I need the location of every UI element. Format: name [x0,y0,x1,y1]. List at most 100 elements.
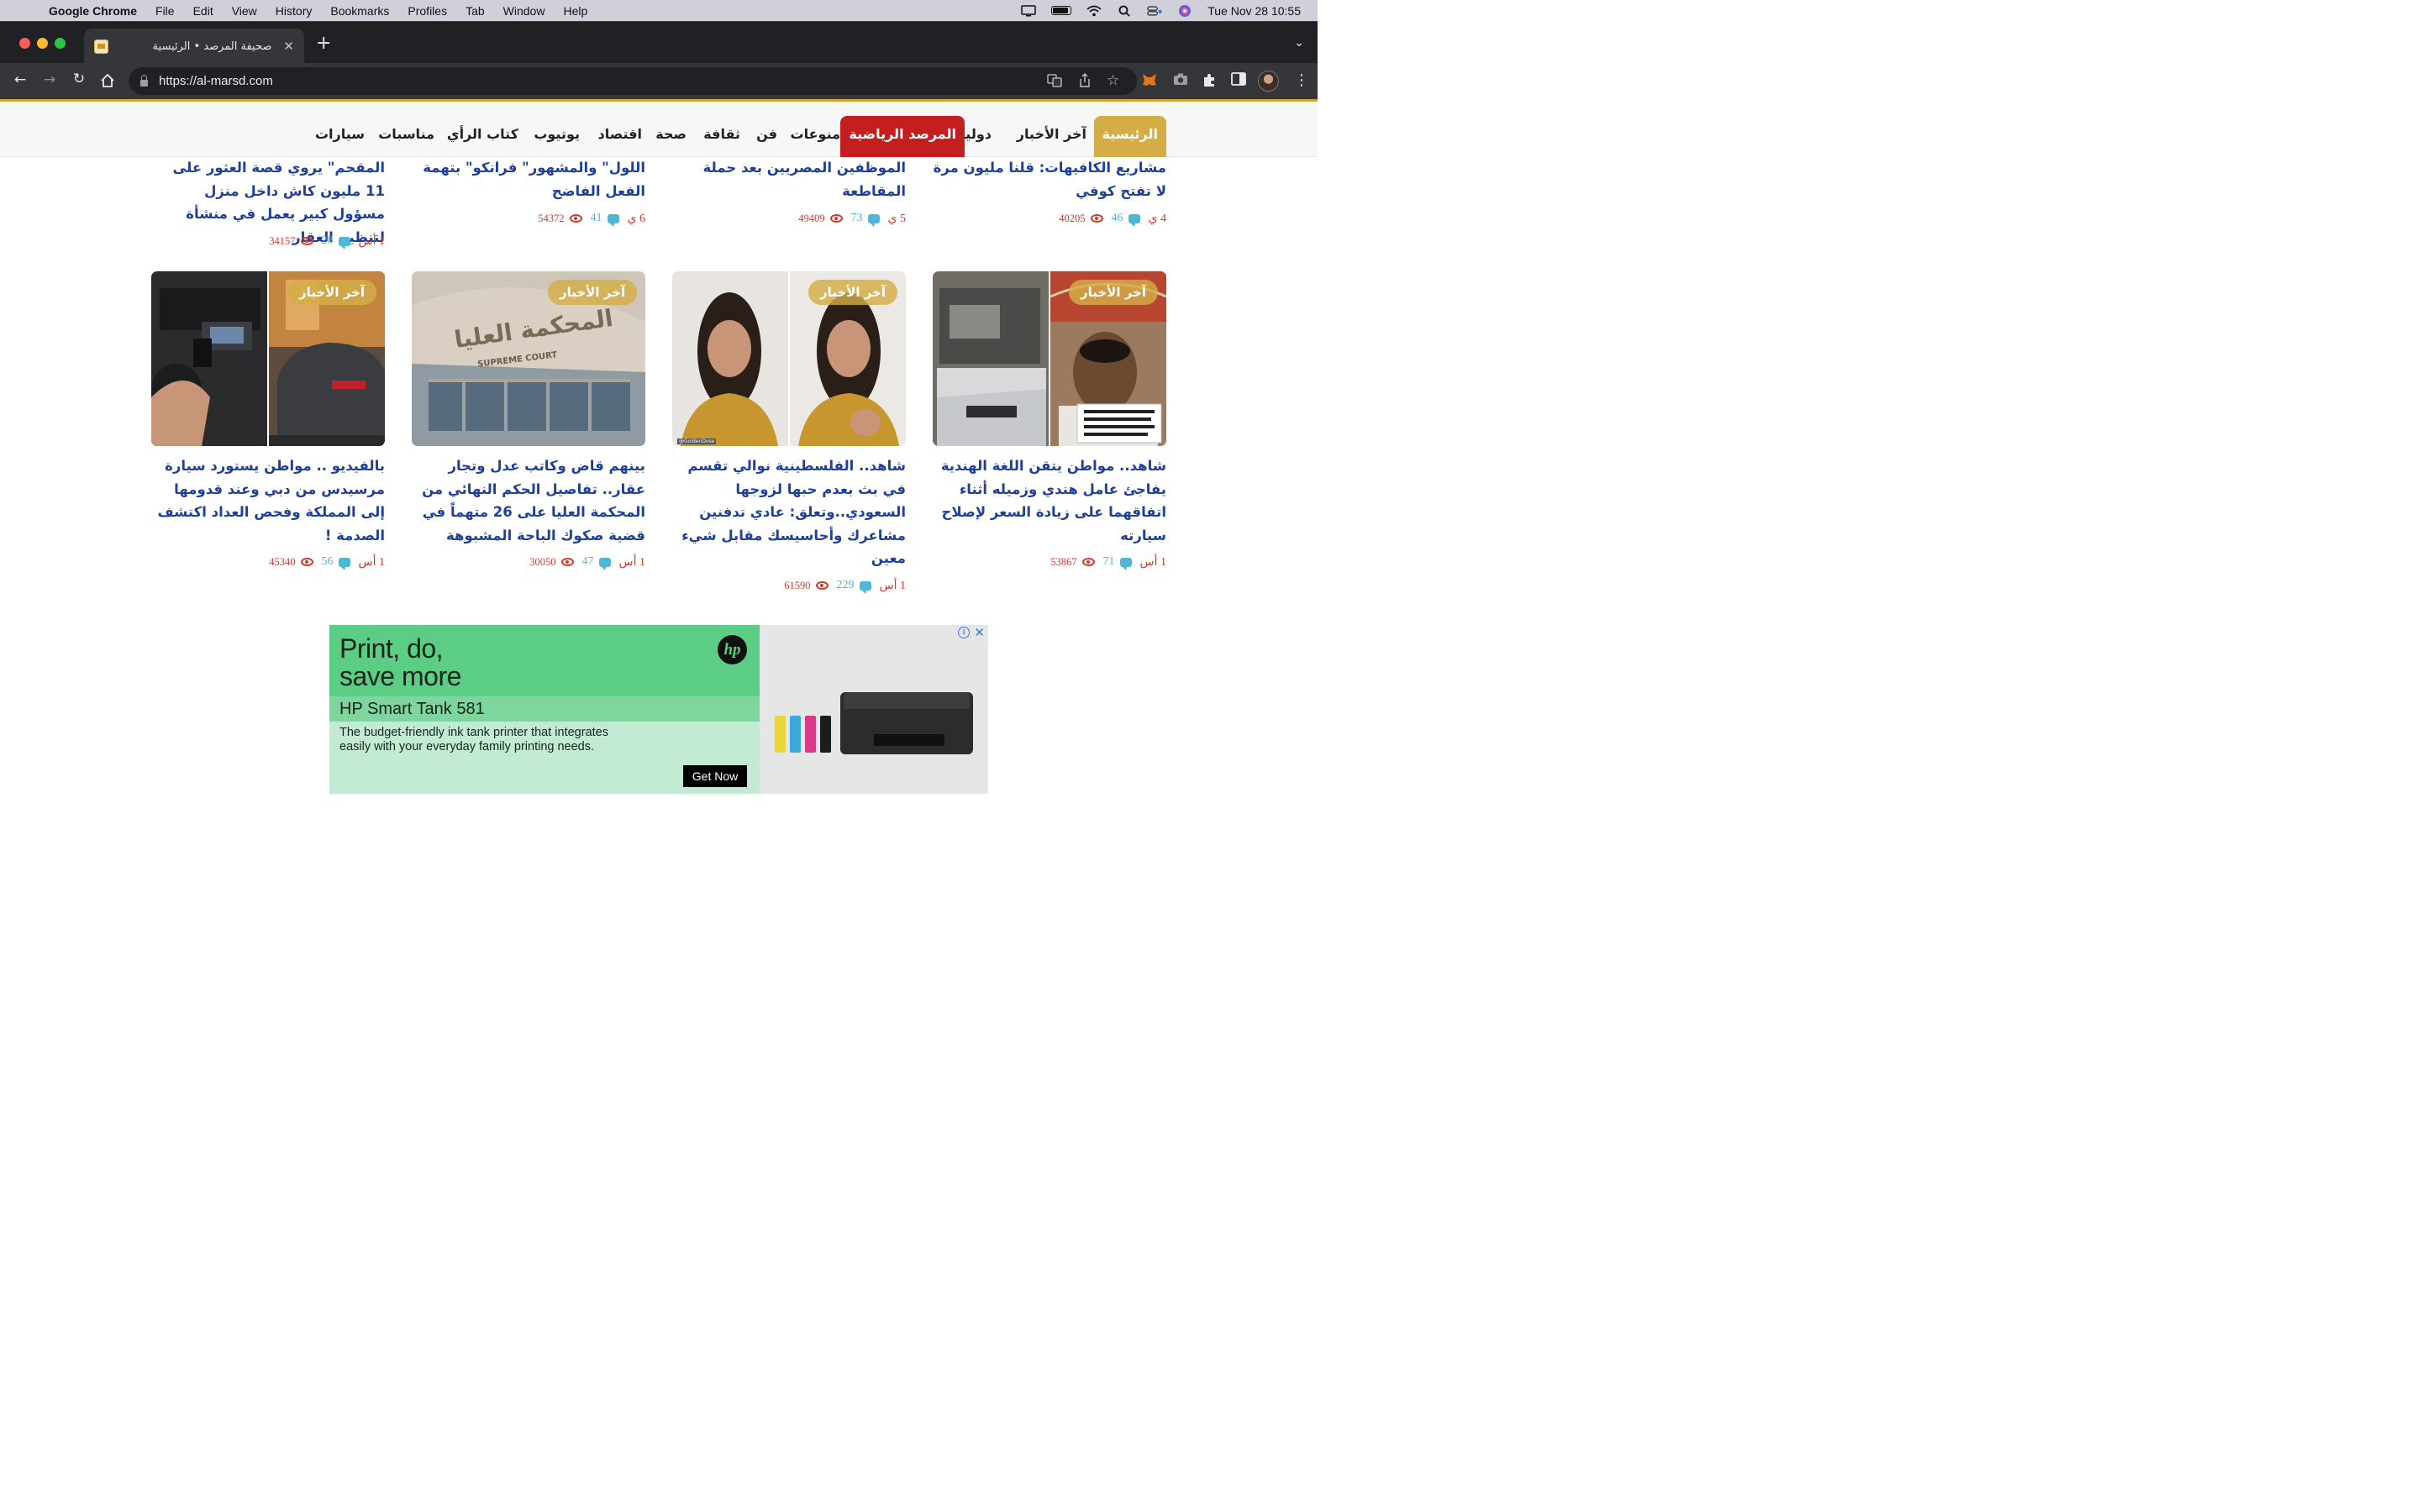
nav-home[interactable]: الرئيسية [1093,116,1166,157]
nav-cars[interactable]: سيارات [309,116,371,157]
nav-opinion-writers[interactable]: كتاب الرأي [441,116,524,157]
bookmark-star-icon[interactable]: ☆ [1107,72,1119,89]
menu-history[interactable]: History [276,4,313,18]
ad-headline-line-1: Print, do, [339,633,444,664]
nav-latest-news[interactable]: آخر الأخبار [1011,116,1092,157]
article-meta: 6 ي 41 54372 [412,211,645,227]
extensions-puzzle-icon[interactable] [1202,72,1218,91]
article-comments[interactable]: 41 [590,212,619,227]
siri-icon[interactable] [1177,4,1192,17]
article-title[interactable]: بالفيديو .. مواطن يستورد سيارة مرسيدس من… [151,454,385,547]
article-title[interactable]: شاهد.. مواطن يتقن اللغة الهندية يفاجئ عا… [933,454,1166,547]
window-minimize-button[interactable] [37,38,48,49]
menu-window[interactable]: Window [503,4,545,18]
article-comments[interactable]: 56 [322,555,350,570]
nav-occasions[interactable]: مناسبات [372,116,440,157]
new-tab-plus-icon[interactable]: + [316,34,331,53]
menu-help[interactable]: Help [563,4,587,18]
browser-tab-active[interactable]: صحيفة المرصد • الرئيسية ✕ [84,29,304,64]
ad-close-icon[interactable]: ✕ [974,625,985,640]
article-meta: 1 أس 56 45340 [151,554,385,570]
article-comments[interactable]: 46 [1112,212,1140,227]
site-main-navigation: الرئيسية آخر الأخبار دولية المرصد الرياض… [0,102,1318,157]
ad-get-now-button[interactable]: Get Now [683,765,747,787]
comment-icon [607,213,619,227]
nav-health[interactable]: صحة [650,116,692,157]
menu-bookmarks[interactable]: Bookmarks [330,4,389,18]
article-title[interactable]: بينهم قاض وكاتب عدل وتجار عقار.. تفاصيل … [412,454,645,547]
tab-close-icon[interactable]: ✕ [283,39,294,54]
window-close-button[interactable] [19,38,30,49]
menu-clock[interactable]: Tue Nov 28 10:55 [1207,4,1301,18]
translate-icon[interactable] [1047,73,1062,91]
eye-icon [300,558,313,566]
nav-art[interactable]: فن [750,116,783,157]
chrome-menu-kebab-icon[interactable]: ⋮ [1294,71,1309,89]
article-thumbnail[interactable]: المحكمة العليا SUPREME COURT آخر الأخبار [412,271,645,446]
article-title[interactable]: اللول" والمشهور" فرانكو" بتهمة الفعل الف… [412,156,645,202]
eye-icon [1090,214,1103,223]
ink-bottle-black [820,716,831,753]
nav-economy[interactable]: اقتصاد [592,116,648,157]
article-meta: 1 أس 47 30050 [412,554,645,570]
category-badge: آخر الأخبار [547,280,637,305]
article-comments[interactable]: 229 [836,579,871,594]
profile-avatar[interactable] [1258,71,1279,92]
article-thumbnail[interactable]: آخر الأخبار @GoldenDose [672,271,906,446]
hp-advertisement-banner[interactable]: Print, do, save more hp HP Smart Tank 58… [329,625,988,794]
comment-icon [867,213,880,227]
back-arrow-icon[interactable]: ← [6,71,34,88]
nav-youtube[interactable]: يوتيوب [528,116,586,157]
window-zoom-button[interactable] [55,38,66,49]
menu-file[interactable]: File [155,4,175,18]
menu-edit[interactable]: Edit [193,4,213,18]
article-views: 53867 [1050,556,1095,569]
article-date: 6 ي [627,212,645,225]
comment-count: 73 [850,212,863,224]
forward-arrow-icon[interactable]: → [35,71,64,88]
wifi-icon[interactable] [1086,5,1102,17]
article-thumbnail[interactable]: آخر الأخبار [933,271,1166,446]
battery-icon[interactable] [1051,6,1072,15]
spotlight-search-icon[interactable] [1117,5,1132,17]
browser-tab-strip: صحيفة المرصد • الرئيسية ✕ + ⌄ [0,21,1318,64]
control-center-icon[interactable] [1147,5,1162,17]
menu-view[interactable]: View [232,4,257,18]
nav-sports[interactable]: المرصد الرياضية [840,116,965,157]
ad-info-icon[interactable]: i [958,627,970,638]
menu-app-name[interactable]: Google Chrome [49,4,137,18]
menu-profiles[interactable]: Profiles [408,4,447,18]
share-icon[interactable] [1078,73,1092,91]
article-comments[interactable]: 73 [850,212,880,227]
article-thumbnail[interactable]: آخر الأخبار [151,271,385,446]
display-icon[interactable] [1021,4,1036,17]
comment-count: 41 [590,212,602,224]
article-comments[interactable]: 71 [1102,555,1132,570]
lock-icon[interactable] [140,74,148,87]
article-comments[interactable]: 28 [322,234,350,249]
view-count: 45340 [269,555,296,568]
comment-count: 71 [1102,555,1115,568]
address-url[interactable]: https://al-marsd.com [159,74,273,88]
camera-extension-icon[interactable] [1173,72,1188,89]
home-icon[interactable] [100,73,115,92]
nav-variety[interactable]: منوعات [785,116,846,157]
article-title[interactable]: مشاريع الكافيهات: قلنا مليون مرة لا تفتح… [933,156,1166,202]
article-title[interactable]: شاهد.. الفلسطينية نوالي تقسم في بث بعدم … [672,454,906,570]
article-date: 4 ي [1148,212,1166,225]
metamask-extension-icon[interactable] [1141,72,1158,91]
reload-icon[interactable]: ↻ [65,71,93,87]
view-count: 49409 [798,212,825,224]
view-count: 54372 [538,212,565,224]
address-bar[interactable]: https://al-marsd.com ☆ [129,67,1137,95]
article-date: 1 أس [1139,555,1166,569]
tab-search-chevron-icon[interactable]: ⌄ [1294,36,1304,50]
menu-tab[interactable]: Tab [466,4,485,18]
article-title[interactable]: الموظفين المصريين بعد حملة المقاطعة [672,156,906,202]
eye-icon [560,558,574,566]
side-panel-icon[interactable] [1231,72,1246,89]
comment-count: 229 [836,579,855,591]
nav-culture[interactable]: ثقافة [697,116,746,157]
article-comments[interactable]: 47 [582,555,611,570]
ink-bottle-cyan [790,716,801,753]
